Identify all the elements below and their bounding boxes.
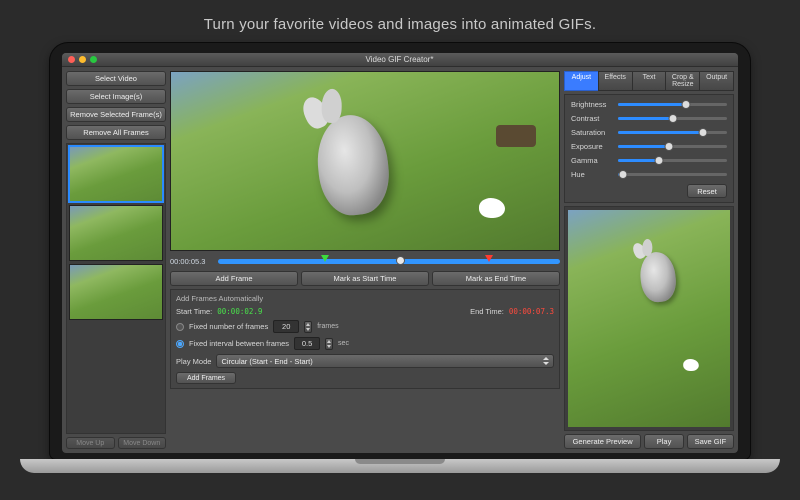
play-mode-label: Play Mode — [176, 357, 211, 366]
start-time-value: 00:00:02.9 — [217, 307, 262, 316]
laptop-frame: Video GIF Creator* Select Video Select I… — [50, 43, 750, 459]
fixed-interval-radio[interactable] — [176, 340, 184, 348]
preview-scenery — [496, 125, 536, 147]
left-sidebar: Select Video Select Image(s) Remove Sele… — [66, 71, 166, 449]
tab-output[interactable]: Output — [699, 71, 734, 91]
frame-count-unit: frames — [317, 323, 338, 330]
move-down-button[interactable]: Move Down — [118, 437, 167, 449]
auto-frames-panel: Add Frames Automatically Start Time: 00:… — [170, 289, 560, 389]
timeline-track[interactable] — [218, 259, 560, 264]
frame-count-stepper[interactable] — [304, 321, 312, 333]
reset-button[interactable]: Reset — [687, 184, 727, 198]
auto-panel-title: Add Frames Automatically — [176, 294, 554, 303]
timeline: 00:00:05.3 — [170, 254, 560, 268]
select-images-button[interactable]: Select Image(s) — [66, 89, 166, 104]
contrast-label: Contrast — [571, 114, 613, 123]
hue-slider[interactable] — [618, 173, 727, 176]
preview-rabbit — [683, 359, 699, 371]
fixed-count-radio[interactable] — [176, 323, 184, 331]
right-pane: Adjust Effects Text Crop & Resize Output… — [564, 71, 734, 449]
timecode: 00:00:05.3 — [170, 257, 214, 266]
start-time-label: Start Time: — [176, 307, 212, 316]
select-video-button[interactable]: Select Video — [66, 71, 166, 86]
frame-thumb[interactable] — [69, 205, 163, 261]
adjust-panel: Brightness Contrast Saturation Exposure … — [564, 94, 734, 203]
window-title: Video GIF Creator* — [97, 55, 702, 64]
preview-rabbit — [479, 198, 505, 218]
save-gif-button[interactable]: Save GIF — [687, 434, 734, 449]
move-up-button[interactable]: Move Up — [66, 437, 115, 449]
fixed-interval-label: Fixed interval between frames — [189, 339, 289, 348]
start-marker-icon[interactable] — [321, 255, 329, 262]
play-button[interactable]: Play — [644, 434, 684, 449]
frame-thumbnails[interactable] — [66, 143, 166, 434]
frame-thumb[interactable] — [69, 264, 163, 320]
end-marker-icon[interactable] — [485, 255, 493, 262]
remove-selected-button[interactable]: Remove Selected Frame(s) — [66, 107, 166, 122]
saturation-label: Saturation — [571, 128, 613, 137]
mark-end-button[interactable]: Mark as End Time — [432, 271, 560, 286]
exposure-label: Exposure — [571, 142, 613, 151]
laptop-base — [20, 459, 780, 473]
fixed-count-label: Fixed number of frames — [189, 322, 268, 331]
play-mode-select[interactable]: Circular (Start - End - Start) — [216, 354, 554, 368]
mark-start-button[interactable]: Mark as Start Time — [301, 271, 429, 286]
close-icon[interactable] — [68, 56, 75, 63]
minimize-icon[interactable] — [79, 56, 86, 63]
end-time-value: 00:00:07.3 — [509, 307, 554, 316]
contrast-slider[interactable] — [618, 117, 727, 120]
interval-input[interactable]: 0.5 — [294, 337, 320, 350]
tab-text[interactable]: Text — [632, 71, 666, 91]
hue-label: Hue — [571, 170, 613, 179]
brightness-slider[interactable] — [618, 103, 727, 106]
end-time-label: End Time: — [470, 307, 504, 316]
titlebar: Video GIF Creator* — [62, 53, 738, 67]
tab-adjust[interactable]: Adjust — [564, 71, 598, 91]
brightness-label: Brightness — [571, 100, 613, 109]
gif-preview — [568, 210, 730, 427]
exposure-slider[interactable] — [618, 145, 727, 148]
gamma-label: Gamma — [571, 156, 613, 165]
gif-preview-box: i — [564, 206, 734, 431]
saturation-slider[interactable] — [618, 131, 727, 134]
remove-all-button[interactable]: Remove All Frames — [66, 125, 166, 140]
traffic-lights — [68, 56, 97, 63]
frame-thumb[interactable] — [69, 146, 163, 202]
tabs: Adjust Effects Text Crop & Resize Output — [564, 71, 734, 91]
tab-crop[interactable]: Crop & Resize — [665, 71, 699, 91]
app-window: Video GIF Creator* Select Video Select I… — [62, 53, 738, 453]
tagline: Turn your favorite videos and images int… — [0, 0, 800, 43]
preview-character — [313, 111, 393, 218]
zoom-icon[interactable] — [90, 56, 97, 63]
add-frame-button[interactable]: Add Frame — [170, 271, 298, 286]
gamma-slider[interactable] — [618, 159, 727, 162]
generate-preview-button[interactable]: Generate Preview — [564, 434, 641, 449]
frame-count-input[interactable]: 20 — [273, 320, 299, 333]
tab-effects[interactable]: Effects — [598, 71, 632, 91]
add-frames-button[interactable]: Add Frames — [176, 372, 236, 384]
playhead[interactable] — [396, 256, 405, 265]
interval-stepper[interactable] — [325, 338, 333, 350]
center-pane: 00:00:05.3 Add Frame Mark as Start Time … — [170, 71, 560, 449]
video-preview[interactable] — [170, 71, 560, 251]
preview-character — [638, 251, 678, 304]
interval-unit: sec — [338, 340, 349, 347]
